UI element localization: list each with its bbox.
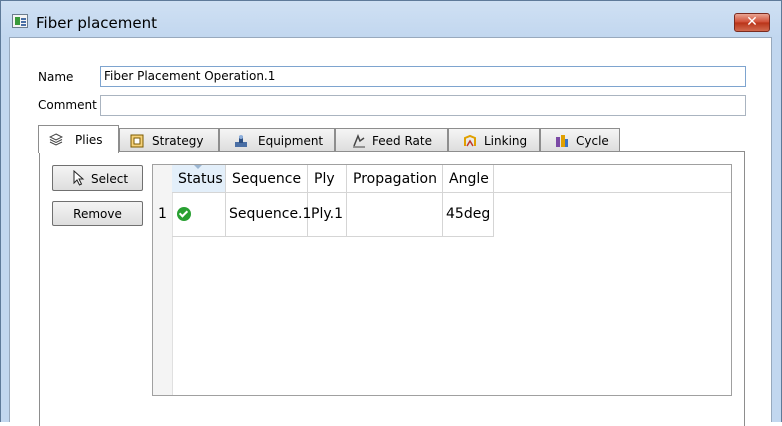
column-header-ply[interactable]: Ply [308, 165, 347, 193]
column-header-angle[interactable]: Angle [443, 165, 494, 193]
cursor-icon [73, 170, 85, 186]
tab-equipment-label: Equipment [258, 134, 324, 148]
close-button[interactable]: ✕ [734, 13, 770, 32]
column-header-filler [494, 165, 731, 193]
tab-strategy-label: Strategy [152, 134, 204, 148]
tab-cycle-label: Cycle [576, 134, 609, 148]
comment-field[interactable] [100, 95, 746, 116]
tab-equipment[interactable]: Equipment [219, 128, 335, 152]
layers-icon [49, 133, 63, 146]
dialog-body: Name Fiber Placement Operation.1 Comment… [9, 37, 772, 426]
table-row-status-cell[interactable] [172, 193, 226, 237]
strategy-icon [130, 134, 144, 148]
name-field[interactable]: Fiber Placement Operation.1 [100, 66, 746, 87]
plies-table[interactable]: Status Sequence Ply Propagation Angle 1 … [152, 164, 732, 396]
cycle-icon [556, 135, 568, 147]
table-row-angle-cell[interactable]: 45deg [443, 193, 494, 237]
status-ok-icon [177, 207, 191, 221]
table-row-ply-cell[interactable]: Ply.1 [308, 193, 347, 237]
column-header-sequence[interactable]: Sequence [226, 165, 308, 193]
title-bar[interactable]: Fiber placement ✕ [1, 1, 781, 39]
table-row-sequence-cell[interactable]: Sequence.1 [226, 193, 311, 237]
tab-linking[interactable]: Linking [448, 128, 540, 152]
tab-feed-rate-label: Feed Rate [372, 134, 432, 148]
fiber-placement-window: Fiber placement ✕ Name Fiber Placement O… [0, 0, 782, 426]
tab-cycle[interactable]: Cycle [540, 128, 620, 152]
select-button-label: Select [91, 172, 129, 186]
sort-indicator-icon [194, 165, 202, 169]
window-title: Fiber placement [36, 14, 157, 32]
equipment-icon [235, 135, 247, 147]
comment-label: Comment [38, 98, 97, 112]
app-icon [12, 14, 28, 28]
select-button[interactable]: Select [52, 165, 143, 191]
feed-rate-icon [353, 134, 365, 148]
tab-plies-label: Plies [75, 133, 103, 147]
tab-strategy[interactable]: Strategy [119, 128, 219, 152]
remove-button[interactable]: Remove [52, 201, 143, 226]
tab-feed-rate[interactable]: Feed Rate [335, 128, 448, 152]
column-header-propagation[interactable]: Propagation [347, 165, 443, 193]
name-label: Name [38, 70, 74, 84]
tab-plies[interactable]: Plies [38, 125, 119, 153]
table-row-propagation-cell[interactable] [347, 193, 443, 237]
linking-icon [464, 134, 476, 147]
row-index: 1 [158, 206, 167, 222]
tab-linking-label: Linking [484, 134, 528, 148]
